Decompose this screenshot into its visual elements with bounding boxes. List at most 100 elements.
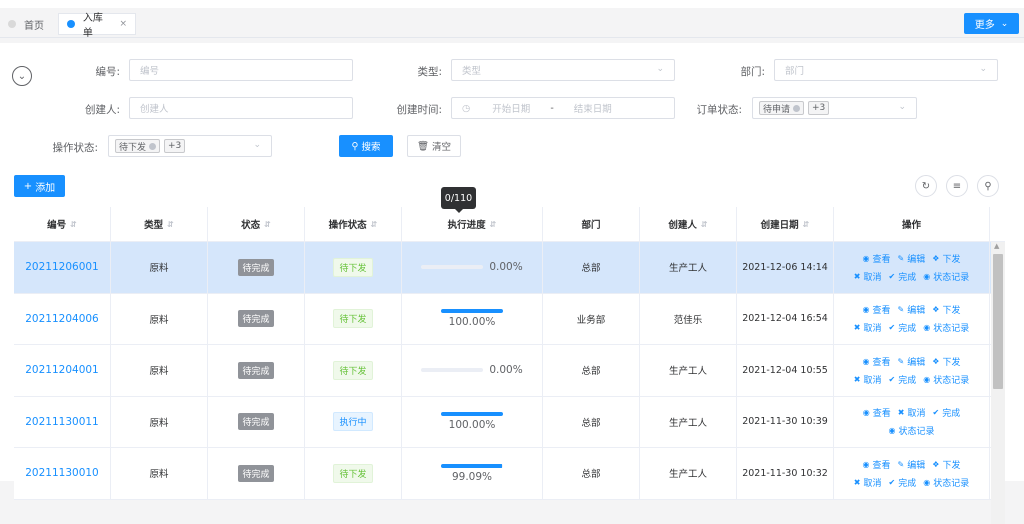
creator-input[interactable]: 创建人 (129, 97, 353, 119)
status-badge: 待完成 (238, 464, 274, 482)
header-progress[interactable]: 执行进度 ⇵ (402, 207, 543, 241)
action-link[interactable]: ✔ 完成 (889, 373, 917, 386)
status-badge: 待完成 (238, 310, 274, 328)
progress-fill (441, 412, 503, 417)
table-row[interactable]: 20211204006 原料 待完成 待下发 100.00% 业务部 范佳乐 2… (14, 293, 1005, 345)
header-status[interactable]: 状态 ⇵ (208, 207, 305, 241)
sort-icon: ⇵ (264, 219, 271, 229)
action-link[interactable]: ◉ 状态记录 (923, 270, 969, 283)
action-link[interactable]: ✎ 编辑 (898, 303, 926, 316)
action-link[interactable]: ✎ 编辑 (898, 252, 926, 265)
tab-inbound-order[interactable]: 入库单 × (58, 13, 136, 39)
type-select[interactable]: 类型 ⌄ (451, 59, 675, 81)
plus-icon: + (23, 180, 33, 192)
table-row[interactable]: 20211204001 原料 待完成 待下发 0.00% 总部 生产工人 202… (14, 345, 1005, 397)
type-cell: 原料 (111, 242, 208, 293)
date-cell: 2021-12-04 10:55 (737, 345, 834, 396)
dispatch-icon: ❖ (932, 253, 940, 263)
action-link[interactable]: ✔ 完成 (933, 406, 961, 419)
header-creator[interactable]: 创建人 ⇵ (640, 207, 737, 241)
status-cell: 待完成 (208, 396, 305, 447)
action-link[interactable]: ✎ 编辑 (898, 355, 926, 368)
action-link[interactable]: ❖ 下发 (932, 355, 960, 368)
action-link[interactable]: ✖ 取消 (898, 406, 926, 419)
tab-dot-icon (67, 20, 75, 28)
progress-cell: 0.00% (402, 242, 543, 293)
scroll-up-icon[interactable]: ▲ (994, 242, 999, 250)
scroll-thumb[interactable] (993, 254, 1003, 389)
order-status-select[interactable]: 待申请 +3 ⌄ (752, 97, 917, 119)
action-link[interactable]: ❖ 下发 (932, 252, 960, 265)
action-link[interactable]: ✎ 编辑 (898, 458, 926, 471)
table-row[interactable]: 20211130010 原料 待完成 待下发 99.09% 总部 生产工人 20… (14, 448, 1005, 500)
table-row[interactable]: 20211130011 原料 待完成 执行中 100.00% 总部 生产工人 2… (14, 396, 1005, 448)
order-status-label: 订单状态: (696, 104, 742, 116)
close-icon[interactable]: × (119, 19, 127, 29)
table-row[interactable]: 20211206001 原料 待完成 待下发 0.00% 总部 生产工人 202… (14, 242, 1005, 294)
tab-home[interactable]: 首页 (0, 13, 52, 35)
action-link[interactable]: ✔ 完成 (889, 321, 917, 334)
dept-placeholder: 部门 (785, 66, 805, 77)
dept-cell: 业务部 (543, 293, 640, 344)
dept-select[interactable]: 部门 ⌄ (774, 59, 998, 81)
order-code-link[interactable]: 20211206001 (14, 242, 111, 293)
collapse-toggle-icon[interactable]: ⌄ (12, 66, 32, 86)
action-link[interactable]: ◉ 查看 (863, 355, 891, 368)
actions-col: ◉ 查看 ✎ 编辑 ❖ 下发 ✖ 取消 ✔ 完成 ◉ 状态记录 (834, 293, 990, 344)
history-icon: ◉ (923, 477, 931, 487)
top-bar (0, 0, 1024, 8)
creator-cell: 生产工人 (640, 448, 737, 499)
header-date[interactable]: 创建日期 ⇵ (737, 207, 834, 241)
action-link[interactable]: ◉ 状态记录 (889, 424, 935, 437)
search-button[interactable]: ⚲ 搜索 (339, 135, 393, 157)
order-code-link[interactable]: 20211204006 (14, 293, 111, 344)
action-link[interactable]: ◉ 状态记录 (923, 373, 969, 386)
action-link[interactable]: ◉ 查看 (863, 406, 891, 419)
header-op-status[interactable]: 操作状态 ⇵ (305, 207, 402, 241)
action-link[interactable]: ◉ 查看 (863, 252, 891, 265)
status-cell: 待完成 (208, 242, 305, 293)
action-link[interactable]: ✔ 完成 (889, 270, 917, 283)
refresh-icon[interactable]: ↻ (915, 175, 937, 197)
header-code[interactable]: 编号 ⇵ (14, 207, 111, 241)
table-header: 编号 ⇵ 类型 ⇵ 状态 ⇵ 操作状态 ⇵ 执行进度 ⇵ 部门 创建人 ⇵ 创建日期 ⇵ 操作 (14, 207, 1005, 242)
progress: 0.00% (421, 364, 523, 377)
action-link[interactable]: ◉ 查看 (863, 303, 891, 316)
progress-bar (441, 412, 503, 417)
order-code-link[interactable]: 20211130010 (14, 448, 111, 499)
add-button[interactable]: + 添加 (14, 175, 65, 197)
view-icon: ◉ (862, 459, 870, 469)
clear-button[interactable]: 🗑 清空 (407, 135, 461, 157)
op-status-badge: 待下发 (333, 463, 373, 483)
date-range-picker[interactable]: ◷ 开始日期 - 结束日期 (451, 97, 675, 119)
progress-text: 0.00% (489, 364, 523, 377)
progress-cell: 99.09% (402, 448, 543, 499)
op-status-label: 操作状态: (52, 142, 98, 154)
more-button[interactable]: 更多 ⌄ (964, 13, 1019, 34)
action-link[interactable]: ◉ 状态记录 (923, 321, 969, 334)
date-cell: 2021-12-04 16:54 (737, 293, 834, 344)
header-type[interactable]: 类型 ⇵ (111, 207, 208, 241)
action-link[interactable]: ❖ 下发 (932, 303, 960, 316)
action-link[interactable]: ❖ 下发 (932, 458, 960, 471)
scrollbar[interactable]: ▲ (991, 242, 1005, 524)
action-link[interactable]: ✖ 取消 (854, 270, 882, 283)
columns-settings-icon[interactable]: ≡ (946, 175, 968, 197)
code-input[interactable]: 编号 (129, 59, 353, 81)
action-link[interactable]: ◉ 查看 (863, 458, 891, 471)
action-link[interactable]: ✖ 取消 (854, 373, 882, 386)
action-link[interactable]: ◉ 状态记录 (923, 476, 969, 489)
action-link[interactable]: ✖ 取消 (854, 476, 882, 489)
tag-close-icon[interactable] (149, 142, 157, 150)
search-toggle-icon[interactable]: ⚲ (977, 175, 999, 197)
complete-icon: ✔ (932, 408, 940, 418)
order-code-link[interactable]: 20211130011 (14, 396, 111, 447)
creator-cell: 范佳乐 (640, 293, 737, 344)
action-link[interactable]: ✔ 完成 (889, 476, 917, 489)
tag-close-icon[interactable] (793, 104, 801, 112)
edit-icon: ✎ (897, 253, 905, 263)
order-code-link[interactable]: 20211204001 (14, 345, 111, 396)
action-link[interactable]: ✖ 取消 (854, 321, 882, 334)
op-status-select[interactable]: 待下发 +3 ⌄ (108, 135, 272, 157)
status-tag: 待申请 (759, 101, 805, 115)
